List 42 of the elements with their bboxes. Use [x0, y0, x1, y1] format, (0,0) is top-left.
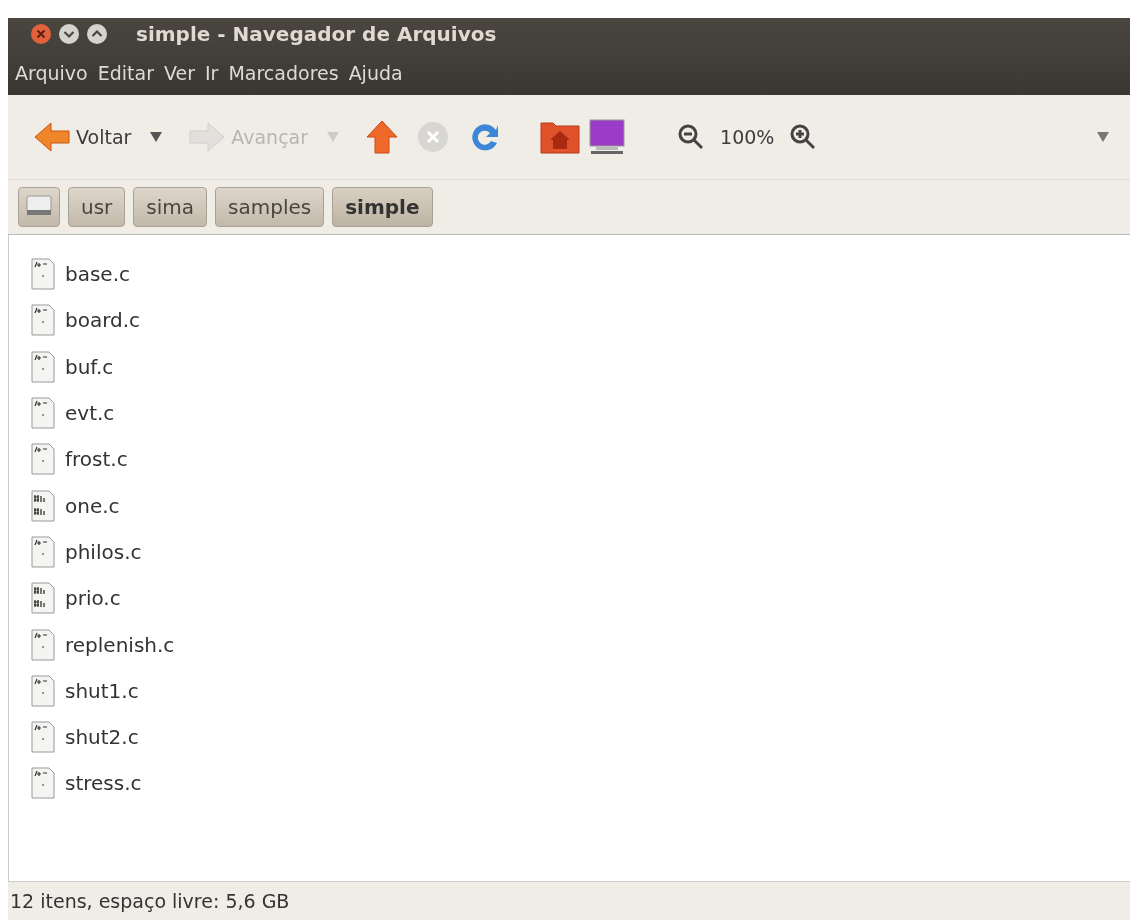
- menu-item[interactable]: Arquivo: [10, 57, 93, 88]
- file-name[interactable]: buf.c: [65, 354, 114, 379]
- caret-icon: [149, 131, 164, 143]
- zoom-out-icon: [678, 124, 705, 150]
- zoom-level: 100%: [720, 126, 775, 148]
- stop-icon: [416, 120, 451, 154]
- file-name[interactable]: base.c: [65, 262, 131, 287]
- caret-icon: [1096, 131, 1110, 143]
- file-name[interactable]: philos.c: [65, 539, 142, 564]
- file-name[interactable]: evt.c: [65, 401, 115, 426]
- menu-item[interactable]: Editar: [92, 57, 159, 88]
- path-button[interactable]: usr: [68, 187, 126, 227]
- zoom-in-icon: [790, 124, 817, 150]
- file-name[interactable]: stress.c: [65, 771, 142, 796]
- status-text: 12 itens, espaço livre: 5,6 GB: [10, 890, 290, 912]
- drive-button[interactable]: [18, 187, 60, 227]
- file-name[interactable]: shut2.c: [65, 725, 139, 750]
- path-button[interactable]: sima: [133, 187, 208, 227]
- close-icon[interactable]: [30, 23, 52, 45]
- file-name[interactable]: prio.c: [65, 586, 121, 611]
- menu-item[interactable]: Ver: [159, 57, 200, 88]
- file-name[interactable]: frost.c: [65, 447, 128, 472]
- menu-item[interactable]: Ir: [200, 57, 224, 88]
- window-title: simple - Navegador de Arquivos: [136, 22, 497, 46]
- up-arrow-icon: [366, 120, 399, 154]
- monitor-icon: [588, 119, 627, 155]
- file-name[interactable]: replenish.c: [65, 632, 175, 657]
- minimize-icon[interactable]: [58, 23, 80, 45]
- home-folder-icon: [540, 120, 581, 154]
- menu-item[interactable]: Ajuda: [343, 57, 408, 88]
- menu-item[interactable]: Marcadores: [223, 57, 344, 88]
- forward-arrow-icon: [189, 121, 226, 153]
- back-arrow-icon: [34, 121, 70, 153]
- file-name[interactable]: shut1.c: [65, 678, 139, 703]
- file-name[interactable]: one.c: [65, 493, 120, 518]
- file-name[interactable]: board.c: [65, 308, 141, 333]
- back-button[interactable]: Voltar: [30, 119, 136, 155]
- drive-icon: [25, 192, 53, 217]
- path-button[interactable]: samples: [215, 187, 325, 227]
- caret-icon: [326, 131, 341, 143]
- path-button[interactable]: simple: [332, 187, 433, 227]
- maximize-icon[interactable]: [86, 23, 108, 45]
